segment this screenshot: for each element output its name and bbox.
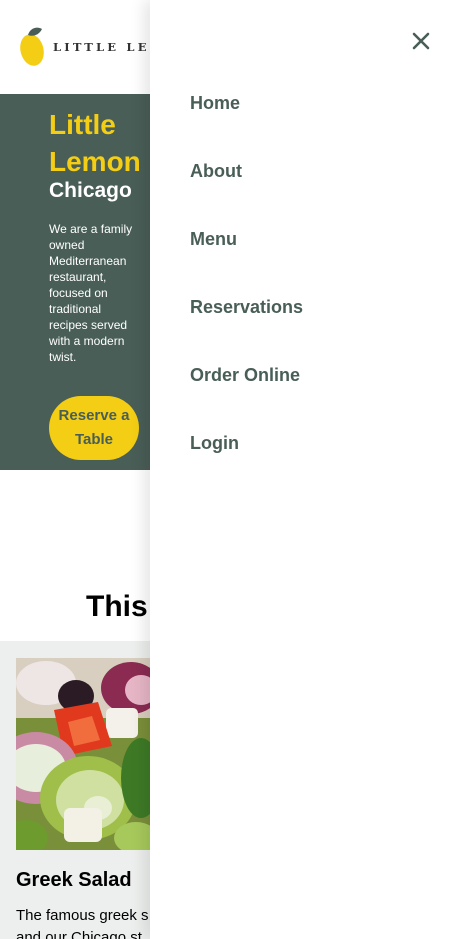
nav-link-reservations[interactable]: Reservations <box>190 294 303 320</box>
nav-link-order-online[interactable]: Order Online <box>190 362 300 388</box>
card-description-line1: The famous greek s <box>16 907 149 924</box>
close-menu-button[interactable] <box>409 29 433 53</box>
nav-link-menu[interactable]: Menu <box>190 226 237 252</box>
card-description-line2: and our Chicago st <box>16 929 142 939</box>
nav-item-reservations: Reservations <box>190 294 303 362</box>
nav-item-home: Home <box>190 90 303 158</box>
nav-link-home[interactable]: Home <box>190 90 240 116</box>
nav-item-login: Login <box>190 430 303 498</box>
lemon-logo-icon <box>20 27 44 66</box>
hero-title: Little Lemon <box>49 109 141 177</box>
hero-description: We are a family owned Mediterranean rest… <box>49 222 133 364</box>
navigation-drawer: Home About Menu Reservations Order Onlin… <box>150 0 450 939</box>
nav-link-about[interactable]: About <box>190 158 242 184</box>
nav-link-login[interactable]: Login <box>190 430 239 456</box>
specials-heading: This <box>86 590 148 623</box>
card-title: Greek Salad <box>16 869 132 891</box>
nav-item-order-online: Order Online <box>190 362 303 430</box>
hero-subtitle: Chicago <box>49 179 132 202</box>
reserve-table-button[interactable]: Reserve a Table <box>49 396 139 460</box>
close-icon <box>412 32 430 50</box>
nav-list: Home About Menu Reservations Order Onlin… <box>190 90 303 498</box>
greek-salad-image <box>16 658 150 850</box>
nav-item-about: About <box>190 158 303 226</box>
nav-item-menu: Menu <box>190 226 303 294</box>
